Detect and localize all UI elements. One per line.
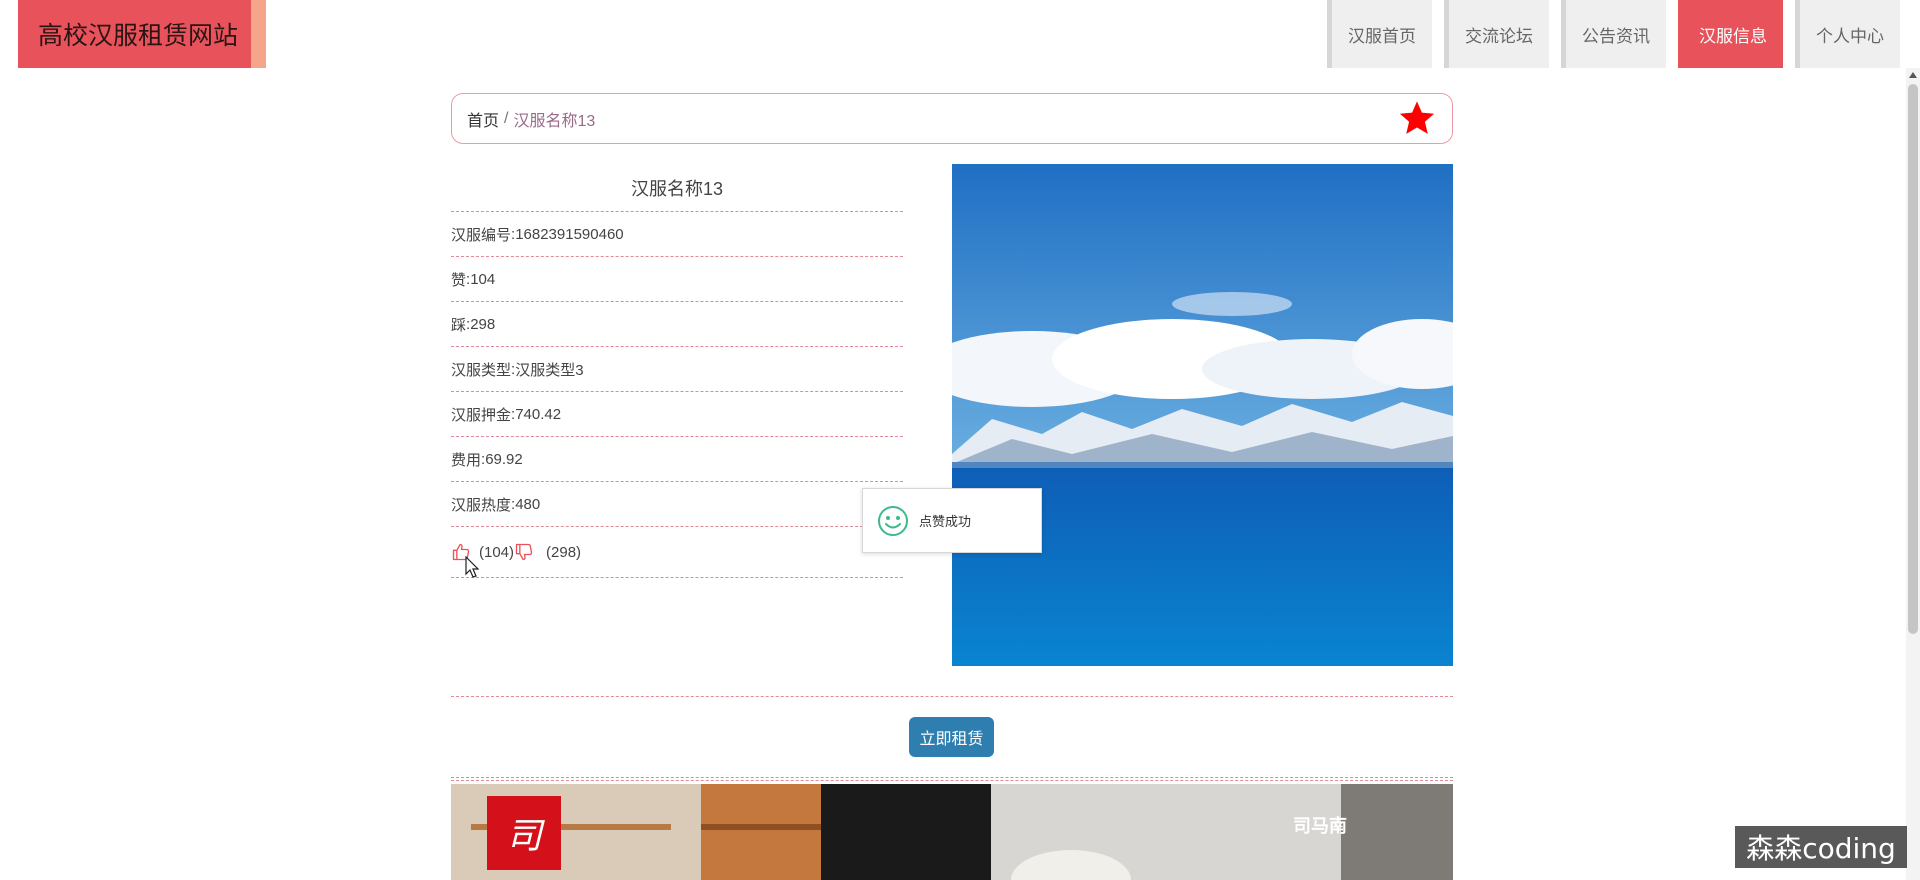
field-label: 费用 xyxy=(451,451,482,469)
field-row-fee: 费用: 69.92 xyxy=(451,437,903,482)
nav-item-personal-center[interactable]: 个人中心 xyxy=(1795,0,1900,68)
smile-icon xyxy=(878,505,908,536)
banner-logo: 司 xyxy=(487,796,561,870)
field-value: 69.92 xyxy=(485,450,523,468)
nav-item-forum[interactable]: 交流论坛 xyxy=(1444,0,1549,68)
thumbs-down-icon[interactable] xyxy=(514,542,534,562)
divider xyxy=(451,696,1453,697)
rent-now-button[interactable]: 立即租赁 xyxy=(909,717,994,757)
field-label: 汉服类型 xyxy=(451,361,512,379)
field-value: 480 xyxy=(515,495,541,513)
field-label: 赞 xyxy=(451,271,467,289)
toast-notification: 点赞成功 xyxy=(862,488,1042,553)
field-row-popularity: 汉服热度: 480 xyxy=(451,482,903,527)
breadcrumb: 首页 / 汉服名称13 xyxy=(451,93,1453,144)
field-label: 汉服热度 xyxy=(451,496,512,514)
field-label: 汉服押金 xyxy=(451,406,512,424)
field-label: 汉服编号 xyxy=(451,226,512,244)
site-title: 高校汉服租赁网站 xyxy=(38,22,239,50)
field-row-dislikes: 踩: 298 xyxy=(451,302,903,347)
breadcrumb-current: 汉服名称13 xyxy=(513,112,596,130)
breadcrumb-home-link[interactable]: 首页 xyxy=(467,107,499,131)
top-nav: 汉服首页 交流论坛 公告资讯 汉服信息 个人中心 xyxy=(1327,0,1900,68)
field-row-number: 汉服编号: 1682391590460 xyxy=(451,212,903,257)
field-value: 104 xyxy=(470,270,496,288)
field-row-likes: 赞: 104 xyxy=(451,257,903,302)
nav-item-hanfu-info[interactable]: 汉服信息 xyxy=(1678,0,1783,68)
field-row-type: 汉服类型: 汉服类型3 xyxy=(451,347,903,392)
promo-banner-image: 司 司马南 xyxy=(451,784,1453,880)
field-value: 740.42 xyxy=(515,405,562,423)
hanfu-image xyxy=(952,164,1453,666)
site-logo[interactable]: 高校汉服租赁网站 xyxy=(18,0,266,68)
toast-message: 点赞成功 xyxy=(919,514,972,529)
scrollbar-thumb[interactable] xyxy=(1908,84,1918,634)
video-watermark: 森森coding xyxy=(1735,826,1907,868)
scroll-up-arrow-icon[interactable] xyxy=(1909,72,1917,78)
breadcrumb-separator: / xyxy=(504,109,509,127)
field-value: 汉服类型3 xyxy=(515,361,584,379)
divider xyxy=(451,777,1453,778)
banner-brand-text: 司马南 xyxy=(1293,816,1347,836)
like-count: (104) xyxy=(479,543,515,561)
favorite-star-icon[interactable] xyxy=(1398,99,1436,137)
field-value: 298 xyxy=(470,315,496,333)
nav-item-home[interactable]: 汉服首页 xyxy=(1327,0,1432,68)
field-label: 踩 xyxy=(451,316,467,334)
hanfu-detail-list: 汉服名称13 汉服编号: 1682391590460 赞: 104 踩: 298… xyxy=(451,165,903,578)
mouse-cursor-icon xyxy=(465,556,479,578)
field-row-deposit: 汉服押金: 740.42 xyxy=(451,392,903,437)
field-value: 1682391590460 xyxy=(515,225,624,243)
nav-item-news[interactable]: 公告资讯 xyxy=(1561,0,1666,68)
hanfu-name: 汉服名称13 xyxy=(451,165,903,212)
divider xyxy=(451,780,1453,781)
dislike-count: (298) xyxy=(546,543,582,561)
vote-row: (104) (298) xyxy=(451,527,903,578)
